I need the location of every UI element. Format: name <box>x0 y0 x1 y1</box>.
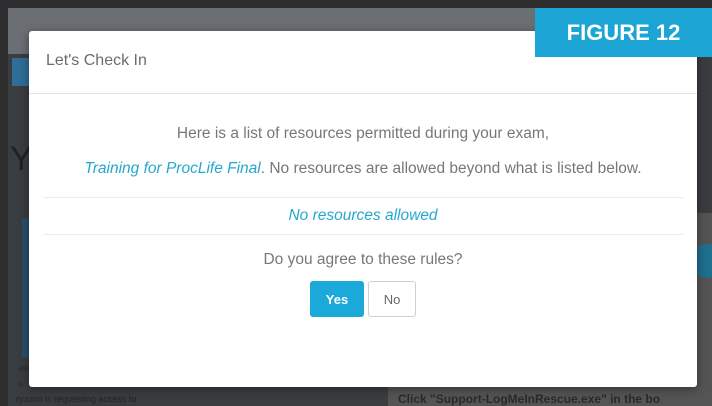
figure-badge: FIGURE 12 <box>535 8 712 57</box>
intro-prefix: Here is a list of resources permitted du… <box>176 125 550 142</box>
background-bottom-left-text: ry.com is requesting access to <box>16 394 137 404</box>
intro-text: Here is a list of resources permitted du… <box>29 116 697 186</box>
check-in-modal: Let's Check In Here is a list of resourc… <box>29 31 697 387</box>
button-group: Yes No <box>29 281 697 317</box>
resources-message: No resources allowed <box>288 207 438 224</box>
exam-name: Training for ProcLife Final <box>84 160 261 177</box>
background-side-text-line-2: a <box>18 379 24 389</box>
intro-suffix: . No resources are allowed beyond what i… <box>260 160 642 177</box>
agree-question: Do you agree to these rules? <box>263 251 463 268</box>
divider-bottom <box>43 234 683 235</box>
no-button[interactable]: No <box>368 281 416 317</box>
background-bottom-right-text: Click "Support-LogMeInRescue.exe" in the… <box>398 392 661 406</box>
modal-body: Here is a list of resources permitted du… <box>29 94 697 317</box>
background-side-text: asi a <box>18 360 30 392</box>
background-side-text-line-1: asi <box>18 363 30 373</box>
yes-button[interactable]: Yes <box>310 281 364 317</box>
